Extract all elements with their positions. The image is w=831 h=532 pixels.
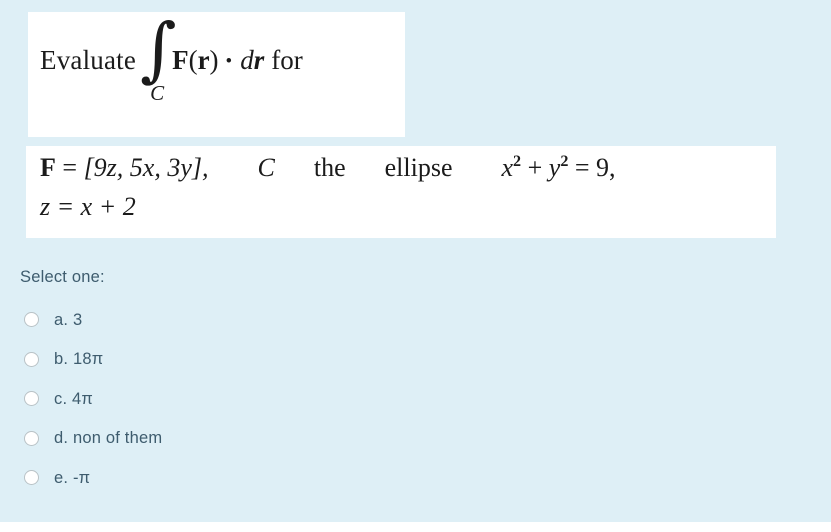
ellipse-equals-nine: = 9,: [574, 153, 616, 182]
select-one-label: Select one:: [20, 268, 105, 286]
integral-group: ∫ C: [136, 14, 176, 105]
option-row-e[interactable]: e. -π: [20, 458, 520, 498]
curve-symbol: C: [257, 153, 275, 182]
field-symbol: F: [40, 153, 56, 182]
ellipse-y-exponent: 2: [560, 153, 569, 171]
ellipse-word: ellipse: [384, 153, 453, 182]
option-row-b[interactable]: b. 18π: [20, 340, 520, 380]
option-row-d[interactable]: d. non of them: [20, 419, 520, 459]
ellipse-x-exponent: 2: [513, 153, 522, 171]
answer-options-list: a. 3 b. 18π c. 4π d. non of them e. -π: [20, 300, 520, 498]
the-word: the: [313, 153, 346, 182]
radio-button-d[interactable]: [24, 430, 39, 446]
option-label-a[interactable]: a. 3: [54, 311, 82, 329]
close-paren: ): [209, 45, 219, 75]
for-word: for: [271, 45, 303, 75]
ellipse-x: x: [501, 153, 514, 182]
integral-expression: Evaluate ∫ C F ( r ) • dr for: [40, 14, 303, 105]
open-paren: (: [188, 45, 198, 75]
equals-sign: =: [62, 153, 78, 182]
option-label-e[interactable]: e. -π: [54, 469, 90, 487]
option-label-c[interactable]: c. 4π: [54, 390, 93, 408]
radio-button-b[interactable]: [24, 351, 39, 367]
definition-line-1: F = [9z, 5x, 3y], C the ellipse x2 + y2 …: [40, 153, 616, 183]
question-prompt-math-image: Evaluate ∫ C F ( r ) • dr for: [28, 12, 405, 137]
option-row-a[interactable]: a. 3: [20, 300, 520, 340]
ellipse-plus: +: [527, 153, 543, 182]
option-label-d[interactable]: d. non of them: [54, 430, 162, 447]
field-components: [9z, 5x, 3y],: [83, 153, 209, 182]
radio-button-c[interactable]: [24, 391, 39, 407]
option-label-b[interactable]: b. 18π: [54, 351, 103, 368]
definition-line-2: z = x + 2: [40, 192, 136, 221]
radio-button-e[interactable]: [24, 470, 39, 486]
option-row-c[interactable]: c. 4π: [20, 379, 520, 419]
quiz-question-page: Evaluate ∫ C F ( r ) • dr for F = [9z, 5…: [0, 0, 831, 532]
question-definition-math-image: F = [9z, 5x, 3y], C the ellipse x2 + y2 …: [26, 146, 776, 238]
position-vector-symbol: r: [197, 45, 210, 75]
radio-button-a[interactable]: [24, 312, 39, 328]
differential-d: d: [240, 45, 254, 75]
differential-r: r: [253, 45, 265, 75]
integral-sign-icon: ∫: [140, 8, 177, 90]
dot-product-operator: •: [225, 51, 233, 72]
evaluate-word: Evaluate: [40, 45, 137, 75]
ellipse-y: y: [548, 153, 561, 182]
integral-subscript-curve: C: [150, 81, 165, 105]
